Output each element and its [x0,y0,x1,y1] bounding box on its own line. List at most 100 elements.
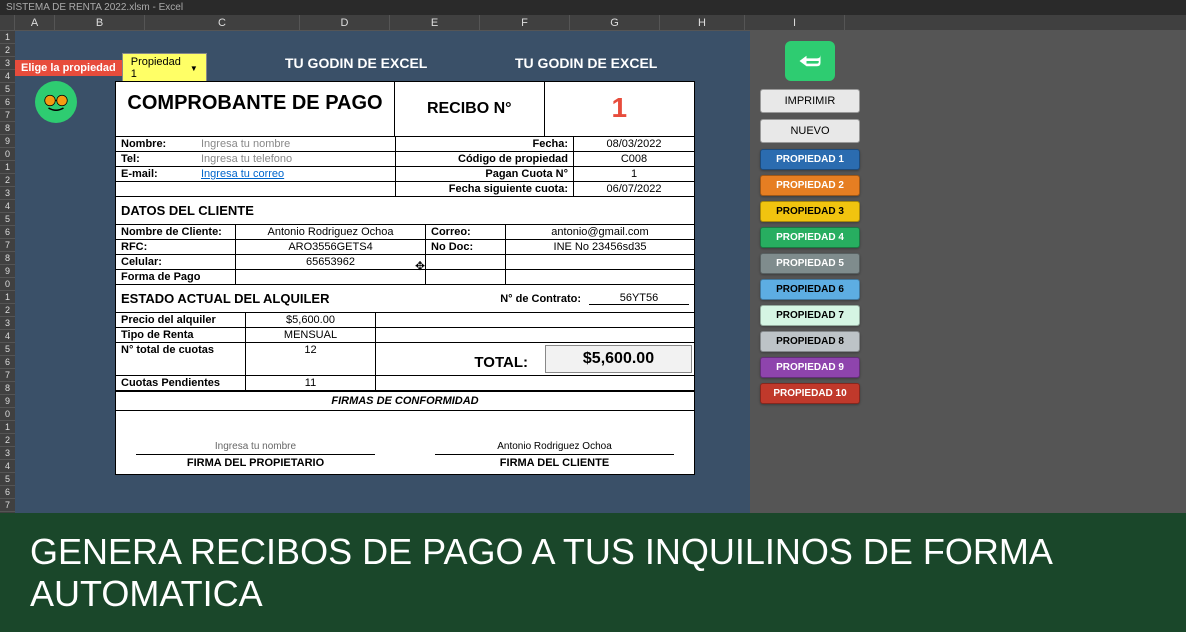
col-header[interactable]: F [480,15,570,30]
propiedad-button-8[interactable]: PROPIEDAD 8 [760,331,860,352]
contrato-label: N° de Contrato: [492,293,589,305]
client-doc-value: INE No 23456sd35 [506,240,694,254]
pendientes-label: Cuotas Pendientes [116,376,246,390]
row-header[interactable]: 8 [0,382,15,395]
row-header[interactable]: 9 [0,395,15,408]
col-header[interactable]: D [300,15,390,30]
row-header[interactable]: 3 [0,447,15,460]
propiedad-button-10[interactable]: PROPIEDAD 10 [760,383,860,404]
client-forma-label: Forma de Pago [116,270,236,284]
back-button[interactable] [785,41,835,81]
row-header[interactable]: 5 [0,473,15,486]
propiedad-button-6[interactable]: PROPIEDAD 6 [760,279,860,300]
row-header[interactable]: 1 [0,421,15,434]
row-header[interactable]: 6 [0,356,15,369]
col-header[interactable]: E [390,15,480,30]
propiedad-button-1[interactable]: PROPIEDAD 1 [760,149,860,170]
row-header[interactable]: 7 [0,369,15,382]
sign-client-name: Antonio Rodriguez Ochoa [435,441,674,455]
property-dropdown[interactable]: Propiedad 1 ▼ [122,53,207,83]
row-header[interactable]: 5 [0,343,15,356]
propiedad-button-9[interactable]: PROPIEDAD 9 [760,357,860,378]
precio-value: $5,600.00 [246,313,376,327]
propiedad-button-7[interactable]: PROPIEDAD 7 [760,305,860,326]
row-header[interactable]: 3 [0,187,15,200]
precio-label: Precio del alquiler [116,313,246,327]
row-header[interactable]: 9 [0,265,15,278]
row-header[interactable]: 2 [0,174,15,187]
row-header[interactable]: 6 [0,96,15,109]
recibo-number: 1 [545,82,694,136]
client-name-label: Nombre de Cliente: [116,225,236,239]
row-header[interactable]: 5 [0,83,15,96]
client-section-title: DATOS DEL CLIENTE [116,197,694,224]
client-cel-label: Celular: [116,255,236,269]
client-cel-value: 65653962 [236,255,426,269]
next-cuota-label: Fecha siguiente cuota: [396,182,574,196]
row-header[interactable]: 0 [0,148,15,161]
total-cuotas-label: N° total de cuotas [116,343,246,375]
col-header[interactable]: B [55,15,145,30]
row-header[interactable]: 2 [0,304,15,317]
row-header[interactable]: 0 [0,408,15,421]
col-header[interactable]: I [745,15,845,30]
nuevo-button[interactable]: NUEVO [760,119,860,143]
row-header[interactable]: 8 [0,122,15,135]
property-select-label: Elige la propiedad [15,60,122,76]
row-header[interactable]: 4 [0,200,15,213]
row-header[interactable]: 1 [0,161,15,174]
row-header[interactable]: 1 [0,291,15,304]
row-header[interactable]: 6 [0,486,15,499]
propiedad-button-4[interactable]: PROPIEDAD 4 [760,227,860,248]
chevron-down-icon: ▼ [190,64,198,73]
property-dropdown-value: Propiedad 1 [131,56,190,80]
owner-tel-label: Tel: [116,152,196,166]
pendientes-value: 11 [246,376,376,390]
col-header[interactable]: C [145,15,300,30]
column-headers: ABCDEFGHI [0,15,1186,31]
client-rfc-value: ARO3556GETS4 [236,240,426,254]
row-header[interactable]: 7 [0,239,15,252]
row-header[interactable]: 4 [0,330,15,343]
receipt-document: COMPROBANTE DE PAGO RECIBO N° 1 Nombre: … [115,81,695,475]
row-header[interactable]: 4 [0,70,15,83]
propiedad-button-5[interactable]: PROPIEDAD 5 [760,253,860,274]
client-name-value: Antonio Rodriguez Ochoa [236,225,426,239]
row-header[interactable]: 0 [0,278,15,291]
sign-owner-name: Ingresa tu nombre [136,441,375,455]
propiedad-button-2[interactable]: PROPIEDAD 2 [760,175,860,196]
workspace: 1234567890123456789012345678901234567 El… [0,31,1186,526]
fecha-label: Fecha: [396,137,574,151]
row-header[interactable]: 2 [0,44,15,57]
sign-client-label: FIRMA DEL CLIENTE [435,455,674,469]
title-bar: SISTEMA DE RENTA 2022.xlsm - Excel [0,0,1186,15]
row-header[interactable]: 8 [0,252,15,265]
row-header[interactable]: 7 [0,109,15,122]
tipo-value: MENSUAL [246,328,376,342]
owner-tel-value[interactable]: Ingresa tu telefono [196,152,395,166]
fecha-value: 08/03/2022 [574,137,694,151]
row-header[interactable]: 7 [0,499,15,512]
row-header[interactable]: 6 [0,226,15,239]
client-forma-value[interactable] [236,270,426,284]
propiedad-button-3[interactable]: PROPIEDAD 3 [760,201,860,222]
receipt-title: COMPROBANTE DE PAGO [116,82,395,136]
col-header[interactable]: A [15,15,55,30]
client-correo-label: Correo: [426,225,506,239]
tipo-label: Tipo de Renta [116,328,246,342]
row-header[interactable]: 9 [0,135,15,148]
recibo-label: RECIBO N° [395,82,545,136]
spreadsheet-area[interactable]: Elige la propiedad Propiedad 1 ▼ TU GODI… [15,31,750,526]
row-header[interactable]: 1 [0,31,15,44]
row-header[interactable]: 3 [0,317,15,330]
imprimir-button[interactable]: IMPRIMIR [760,89,860,113]
row-header[interactable]: 3 [0,57,15,70]
owner-email-value[interactable]: Ingresa tu correo [196,167,395,181]
row-header[interactable]: 4 [0,460,15,473]
row-header[interactable]: 5 [0,213,15,226]
col-header[interactable]: H [660,15,745,30]
owner-name-value[interactable]: Ingresa tu nombre [196,137,395,151]
client-doc-label: No Doc: [426,240,506,254]
row-header[interactable]: 2 [0,434,15,447]
col-header[interactable]: G [570,15,660,30]
